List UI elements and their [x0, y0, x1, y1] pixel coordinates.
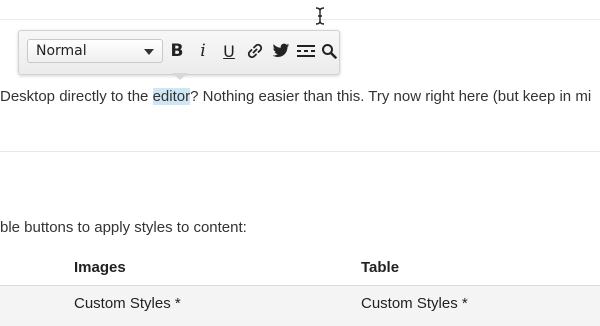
link-button[interactable]	[243, 39, 267, 63]
bold-button[interactable]: B	[165, 39, 189, 63]
intro-paragraph: ble buttons to apply styles to content:	[0, 219, 247, 236]
editor-text-after: ? Nothing easier than this. Try now righ…	[190, 88, 592, 105]
link-icon	[247, 43, 263, 59]
bold-label: B	[170, 41, 184, 61]
italic-label: i	[200, 41, 206, 61]
section-divider	[0, 151, 600, 152]
text-cursor-icon	[314, 7, 326, 25]
horizontal-rule-icon	[297, 45, 315, 57]
search-button[interactable]	[317, 39, 341, 63]
horizontal-rule-button[interactable]	[294, 39, 318, 63]
twitter-icon	[272, 43, 290, 57]
underline-label: U	[223, 41, 235, 61]
search-icon	[322, 44, 337, 59]
floating-toolbar: Normal B i U	[18, 30, 340, 75]
selected-text: editor	[152, 88, 191, 105]
format-select-value: Normal	[36, 43, 87, 59]
table-cell-images: Custom Styles *	[74, 295, 181, 312]
twitter-button[interactable]	[269, 39, 293, 63]
table-cell-table: Custom Styles *	[361, 295, 468, 312]
table-header-table: Table	[361, 259, 400, 276]
editor-text-line[interactable]: Desktop directly to the editor? Nothing …	[0, 88, 591, 105]
top-divider	[0, 19, 600, 20]
format-select[interactable]: Normal	[27, 39, 163, 63]
chevron-down-icon	[144, 49, 154, 55]
italic-button[interactable]: i	[191, 39, 215, 63]
table-header-images: Images	[74, 259, 126, 276]
toolbar-pointer	[172, 73, 188, 80]
editor-text-before: Desktop directly to the	[0, 88, 153, 105]
underline-button[interactable]: U	[217, 39, 241, 63]
